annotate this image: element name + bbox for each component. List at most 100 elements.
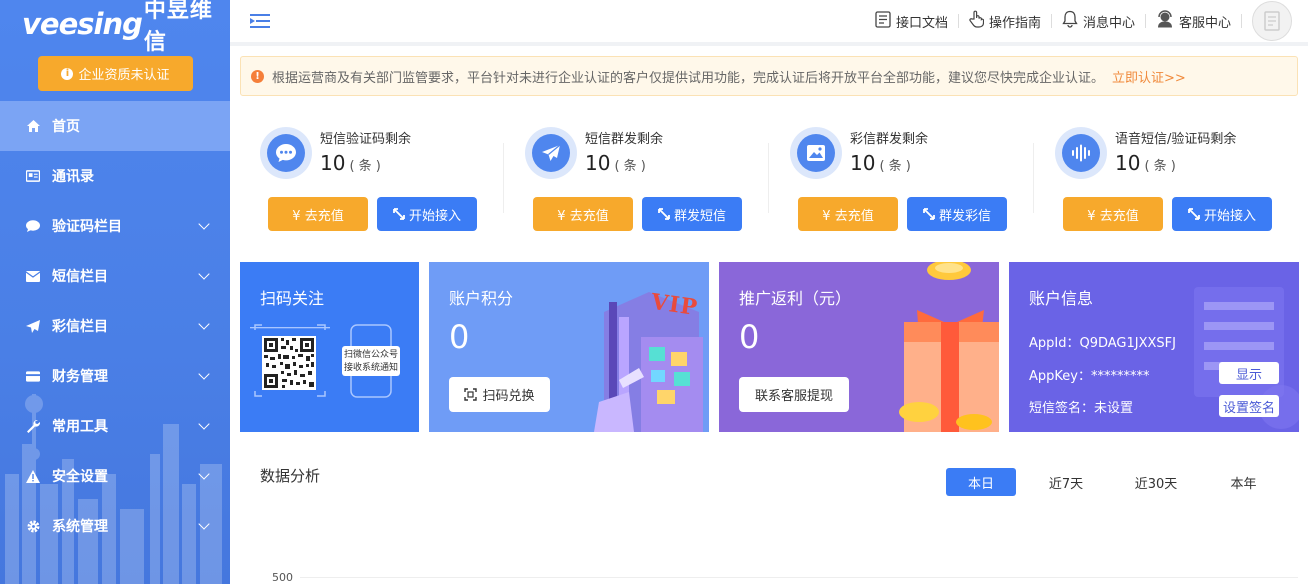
paper-plane-icon <box>26 319 40 333</box>
recharge-button[interactable]: ¥ 去充值 <box>533 197 633 231</box>
set-signature-button[interactable]: 设置签名 <box>1219 395 1279 417</box>
sidebar-item-mms[interactable]: 彩信栏目 <box>0 301 230 351</box>
chevron-down-icon <box>198 268 210 280</box>
support-agent-icon <box>1156 10 1174 32</box>
stat-divider <box>1033 143 1034 213</box>
tab-this-year[interactable]: 本年 <box>1196 468 1291 496</box>
action-label: 开始接入 <box>1203 208 1256 224</box>
sidebar-item-finance[interactable]: 财务管理 <box>0 351 230 401</box>
stat-icon-wrap <box>525 127 577 179</box>
info-icon: i <box>61 67 74 80</box>
gear-icon <box>26 519 40 533</box>
action-label: 开始接入 <box>408 208 461 224</box>
sidebar-item-label: 系统管理 <box>52 519 108 535</box>
brand-logo[interactable]: veesing 中昱维信 <box>0 0 230 55</box>
qr-follow-card: 扫码关注 扫微信公众号 接收系统通知 <box>240 262 419 432</box>
start-integration-button[interactable]: 开始接入 <box>377 197 477 231</box>
tab-last-30-days[interactable]: 近30天 <box>1116 468 1196 496</box>
image-icon <box>807 145 825 161</box>
sidebar-item-security[interactable]: 安全设置 <box>0 451 230 501</box>
recharge-button[interactable]: ¥ 去充值 <box>268 197 368 231</box>
sidebar-item-home[interactable]: 首页 <box>0 101 230 151</box>
warning-circle-icon: ! <box>251 69 264 83</box>
certification-notice-banner: ! 根据运营商及有关部门监管要求，平台针对未进行企业认证的客户仅提供试用功能，完… <box>240 56 1298 96</box>
user-avatar[interactable] <box>1252 1 1292 41</box>
header-divider <box>1241 14 1242 28</box>
stat-icon-wrap <box>1055 127 1107 179</box>
qr-caption-line-2: 接收系统通知 <box>343 363 398 373</box>
api-docs-label: 接口文档 <box>895 15 948 31</box>
qr-phone-caption: 扫微信公众号 接收系统通知 <box>342 349 400 375</box>
chat-icon <box>26 219 40 233</box>
stat-title: 彩信群发剩余 <box>850 132 929 147</box>
scan-redeem-label: 扫码兑换 <box>482 389 535 404</box>
stat-value-wrap: 10( 条 ) <box>1115 151 1176 175</box>
sidebar-item-sms[interactable]: 短信栏目 <box>0 251 230 301</box>
sidebar-item-verification-code[interactable]: 验证码栏目 <box>0 201 230 251</box>
action-label: 群发彩信 <box>938 208 991 224</box>
withdraw-label: 联系客服提现 <box>754 389 833 404</box>
scan-qr-icon <box>464 388 478 401</box>
menu-toggle-icon[interactable] <box>250 12 270 30</box>
account-points-card: VIP 账户积分 0 扫码兑换 <box>429 262 709 432</box>
stat-value-wrap: 10( 条 ) <box>320 151 381 175</box>
notice-text: 根据运营商及有关部门监管要求，平台针对未进行企业认证的客户仅提供试用功能，完成认… <box>272 70 1105 86</box>
appkey-label: AppKey： <box>1029 369 1091 384</box>
sidebar-item-label: 安全设置 <box>52 469 108 485</box>
chevron-down-icon <box>198 518 210 530</box>
sidebar-item-label: 常用工具 <box>52 419 108 435</box>
qr-caption-line-1: 扫微信公众号 <box>343 350 398 360</box>
tab-last-7-days[interactable]: 近7天 <box>1016 468 1116 496</box>
rebate-value: 0 <box>739 318 760 356</box>
sidebar-item-system[interactable]: 系统管理 <box>0 501 230 551</box>
sidebar-item-label: 首页 <box>52 119 80 135</box>
gift-box-illustration <box>899 262 999 432</box>
stat-unit: ( 条 ) <box>614 159 646 174</box>
stat-voice-sms: 语音短信/验证码剩余 10( 条 ) ¥ 去充值 开始接入 <box>1035 125 1300 237</box>
document-icon <box>875 10 891 32</box>
sidebar: veesing 中昱维信 i 企业资质未认证 首页 通讯录 验证码栏目 短信栏目… <box>0 0 230 584</box>
voice-wave-icon <box>1072 144 1090 162</box>
stat-value: 10 <box>320 151 346 175</box>
stat-title: 短信群发剩余 <box>585 132 664 147</box>
bulk-sms-button[interactable]: 群发短信 <box>642 197 742 231</box>
start-integration-button[interactable]: 开始接入 <box>1172 197 1272 231</box>
stat-title: 短信验证码剩余 <box>320 132 412 147</box>
customer-service-link[interactable]: 客服中心 <box>1146 10 1241 32</box>
sidebar-item-tools[interactable]: 常用工具 <box>0 401 230 451</box>
action-label: 群发短信 <box>673 208 726 224</box>
operation-guide-link[interactable]: 操作指南 <box>959 10 1051 32</box>
chevron-down-icon <box>198 418 210 430</box>
stat-sms-bulk: 短信群发剩余 10( 条 ) ¥ 去充值 群发短信 <box>505 125 770 237</box>
card-title: 账户信息 <box>1029 289 1094 308</box>
scan-redeem-button[interactable]: 扫码兑换 <box>449 377 550 412</box>
chevron-down-icon <box>198 468 210 480</box>
contact-service-withdraw-button[interactable]: 联系客服提现 <box>739 377 849 412</box>
recharge-button[interactable]: ¥ 去充值 <box>1063 197 1163 231</box>
expand-arrows-icon <box>658 208 670 220</box>
chevron-down-icon <box>198 368 210 380</box>
tab-today[interactable]: 本日 <box>946 468 1016 496</box>
expand-arrows-icon <box>393 208 405 220</box>
certify-now-link[interactable]: 立即认证>> <box>1112 67 1186 86</box>
card-title: 账户积分 <box>449 289 514 308</box>
header-nav: 接口文档 操作指南 消息中心 客服中心 <box>865 0 1308 42</box>
enterprise-certification-button[interactable]: i 企业资质未认证 <box>38 56 193 91</box>
chevron-down-icon <box>198 218 210 230</box>
show-appkey-button[interactable]: 显示 <box>1219 362 1279 384</box>
appkey-value: ********* <box>1090 369 1150 384</box>
time-range-tabs: 本日 近7天 近30天 本年 <box>946 468 1291 496</box>
sidebar-item-contacts[interactable]: 通讯录 <box>0 151 230 201</box>
sms-sign-value: 未设置 <box>1094 401 1134 416</box>
appid-label: AppId： <box>1029 336 1080 351</box>
operation-guide-label: 操作指南 <box>988 15 1041 31</box>
api-docs-link[interactable]: 接口文档 <box>865 10 958 32</box>
contacts-icon <box>26 169 40 183</box>
data-analysis-title: 数据分析 <box>260 467 321 485</box>
message-center-link[interactable]: 消息中心 <box>1052 10 1145 32</box>
recharge-button[interactable]: ¥ 去充值 <box>798 197 898 231</box>
bulk-mms-button[interactable]: 群发彩信 <box>907 197 1007 231</box>
points-value: 0 <box>449 318 470 356</box>
sidebar-item-label: 验证码栏目 <box>52 219 122 235</box>
account-info-card: 账户信息 AppId：Q9DAG1JXXSFJ AppKey：*********… <box>1009 262 1299 432</box>
